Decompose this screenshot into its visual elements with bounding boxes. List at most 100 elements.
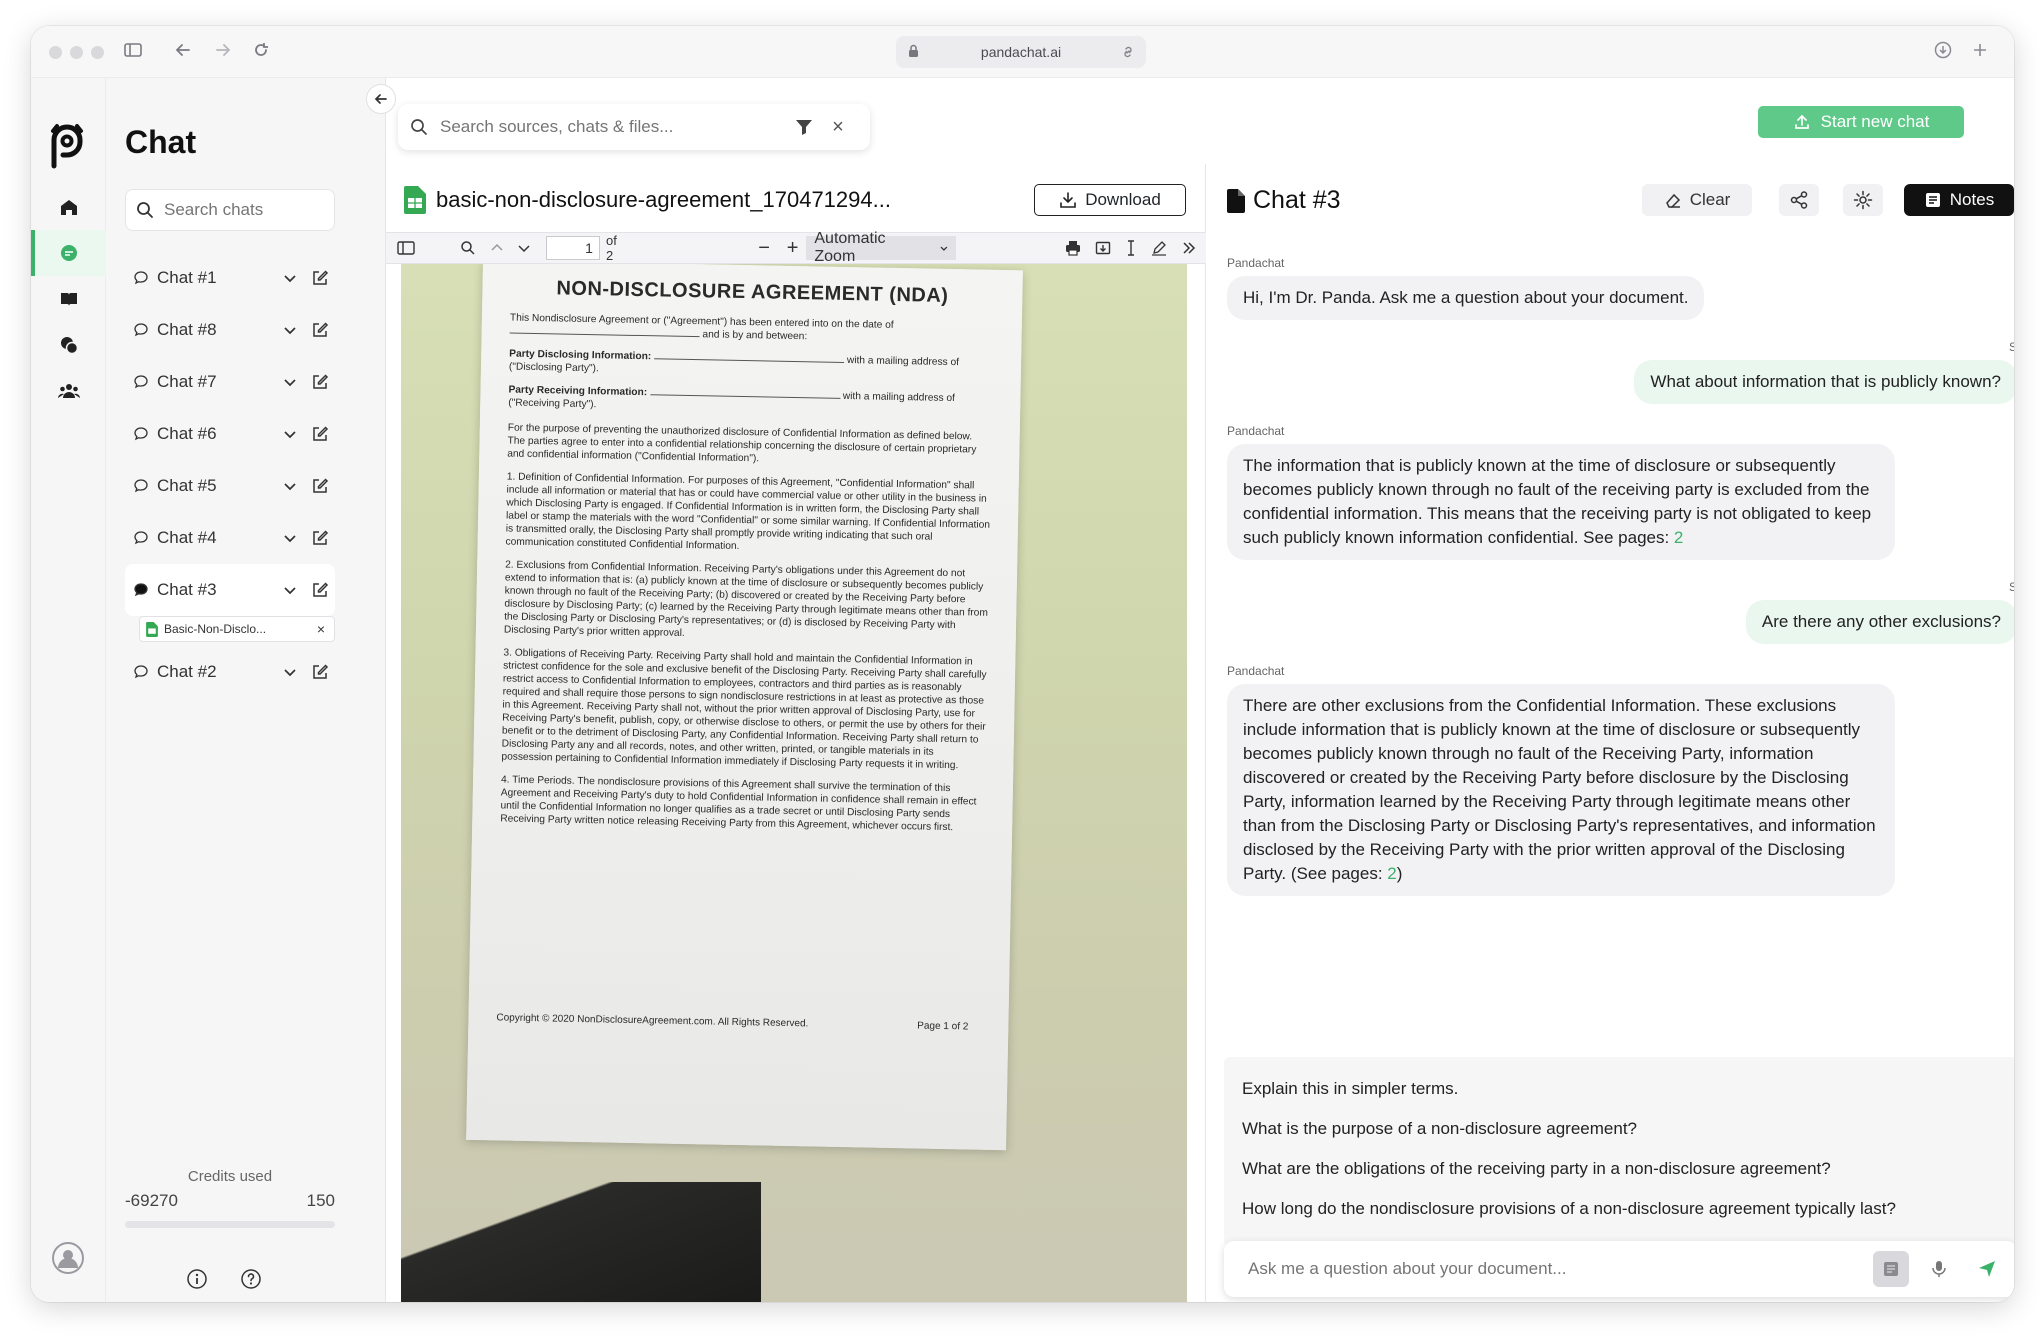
zoom-out-icon[interactable]: − bbox=[749, 232, 779, 264]
edit-icon[interactable] bbox=[311, 373, 329, 391]
edit-icon[interactable] bbox=[311, 581, 329, 599]
chat-panel: Chat #3 Clear Notes Pandachat Hi, I'm Dr… bbox=[1207, 164, 2014, 1302]
ask-question-input[interactable] bbox=[1248, 1259, 1873, 1279]
pdf-section-1: 1. Definition of Confidential Informatio… bbox=[505, 471, 991, 552]
pdf-intro: This Nondisclosure Agreement or ("Agreem… bbox=[509, 312, 894, 343]
microphone-button[interactable] bbox=[1921, 1251, 1957, 1287]
start-new-chat-button[interactable]: Start new chat bbox=[1758, 106, 1964, 138]
forward-icon[interactable] bbox=[211, 40, 235, 64]
chevron-down-icon[interactable] bbox=[281, 269, 299, 287]
sidebar-chat-item[interactable]: Chat #2 bbox=[125, 646, 335, 698]
edit-icon[interactable] bbox=[311, 477, 329, 495]
pdf-prev-page-icon[interactable] bbox=[483, 232, 511, 264]
chat-bubble-icon bbox=[134, 323, 148, 337]
send-button[interactable] bbox=[1969, 1251, 2005, 1287]
suggested-question[interactable]: Explain this in simpler terms. bbox=[1242, 1077, 1999, 1117]
chevron-down-icon[interactable] bbox=[281, 321, 299, 339]
help-icon[interactable] bbox=[240, 1268, 262, 1290]
reload-icon[interactable] bbox=[249, 40, 273, 64]
chat-bubble-icon bbox=[134, 583, 148, 597]
page-reference-link[interactable]: 2 bbox=[1387, 864, 1396, 883]
rail-library[interactable] bbox=[31, 276, 106, 322]
link-icon[interactable] bbox=[1120, 44, 1136, 60]
message-sender: Pandachat bbox=[1227, 424, 1285, 438]
search-chats-box[interactable] bbox=[125, 189, 335, 231]
user-avatar-icon[interactable] bbox=[52, 1242, 84, 1274]
zoom-in-icon[interactable]: + bbox=[779, 232, 807, 264]
edit-icon[interactable] bbox=[311, 321, 329, 339]
pdf-page-number-input[interactable]: 1 bbox=[545, 236, 600, 260]
chevron-down-icon[interactable] bbox=[281, 663, 299, 681]
edit-icon[interactable] bbox=[311, 663, 329, 681]
download-manager-icon[interactable] bbox=[1931, 40, 1955, 64]
sidebar-chat-item[interactable]: Chat #4 bbox=[125, 512, 335, 564]
download-button[interactable]: Download bbox=[1034, 184, 1186, 216]
rail-team[interactable] bbox=[31, 368, 106, 414]
sheet-file-icon bbox=[146, 621, 158, 637]
credits-label: Credits used bbox=[187, 1168, 273, 1185]
sidebar-chat-file[interactable]: Basic-Non-Disclo... × bbox=[139, 616, 335, 642]
info-icon[interactable] bbox=[186, 1268, 208, 1290]
rail-conversations[interactable] bbox=[31, 322, 106, 368]
settings-button[interactable] bbox=[1843, 184, 1883, 216]
pdf-photo-shadow bbox=[401, 1182, 761, 1302]
sidebar-chat-item[interactable]: Chat #3 bbox=[125, 564, 335, 616]
global-search-bar[interactable]: × bbox=[398, 104, 870, 150]
chevron-down-icon[interactable] bbox=[281, 425, 299, 443]
annotate-pen-icon[interactable] bbox=[1145, 232, 1173, 264]
rail-chat[interactable] bbox=[31, 230, 106, 276]
pdf-find-icon[interactable] bbox=[453, 232, 483, 264]
page-reference-link[interactable]: 2 bbox=[1674, 528, 1683, 547]
filter-icon[interactable] bbox=[794, 117, 814, 137]
suggested-question[interactable]: What is the purpose of a non-disclosure … bbox=[1242, 1117, 1999, 1157]
edit-icon[interactable] bbox=[311, 425, 329, 443]
pdf-section-2: 2. Exclusions from Confidential Informat… bbox=[503, 559, 988, 639]
collapse-sidebar-button[interactable] bbox=[366, 84, 396, 114]
print-icon[interactable] bbox=[1058, 232, 1088, 264]
clear-chat-button[interactable]: Clear bbox=[1642, 184, 1752, 216]
pdf-sidebar-toggle-icon[interactable] bbox=[386, 232, 425, 264]
address-bar[interactable]: pandachat.ai bbox=[896, 36, 1146, 68]
sidebar-chat-label: Chat #7 bbox=[157, 372, 217, 391]
edit-icon[interactable] bbox=[311, 529, 329, 547]
sidebar-chat-item[interactable]: Chat #8 bbox=[125, 304, 335, 356]
minimize-window-button[interactable] bbox=[70, 46, 83, 59]
sidebar-chat-item[interactable]: Chat #6 bbox=[125, 408, 335, 460]
back-icon[interactable] bbox=[171, 40, 195, 64]
save-pdf-icon[interactable] bbox=[1088, 232, 1118, 264]
suggested-question[interactable]: How long do the nondisclosure provisions… bbox=[1242, 1197, 1999, 1237]
pdf-next-page-icon[interactable] bbox=[510, 232, 538, 264]
clear-search-icon[interactable]: × bbox=[828, 116, 848, 139]
sidebar-chat-item[interactable]: Chat #1 bbox=[125, 252, 335, 304]
chat-bubble-icon bbox=[134, 479, 148, 493]
chevron-down-icon[interactable] bbox=[281, 529, 299, 547]
chat-bubble-icon bbox=[134, 665, 148, 679]
sidebar-chat-item[interactable]: Chat #5 bbox=[125, 460, 335, 512]
maximize-window-button[interactable] bbox=[91, 46, 104, 59]
pandachat-logo-icon[interactable] bbox=[45, 122, 93, 170]
notes-button[interactable]: Notes bbox=[1904, 184, 2014, 216]
sidebar-chat-label: Chat #5 bbox=[157, 476, 217, 495]
chevron-down-icon[interactable] bbox=[281, 581, 299, 599]
global-search-input[interactable] bbox=[440, 117, 790, 137]
pdf-viewer[interactable]: NON-DISCLOSURE AGREEMENT (NDA) This Nond… bbox=[401, 264, 1187, 1302]
sidebar-toggle-icon[interactable] bbox=[121, 40, 145, 64]
text-select-icon[interactable] bbox=[1117, 232, 1145, 264]
notes-toggle-button[interactable] bbox=[1873, 1251, 1909, 1287]
zoom-select[interactable]: Automatic Zoom bbox=[806, 230, 957, 265]
pdf-more-tools-icon[interactable] bbox=[1173, 232, 1206, 264]
rail-home[interactable] bbox=[31, 184, 106, 230]
chevron-down-icon[interactable] bbox=[281, 373, 299, 391]
message-sender: Pandachat bbox=[1227, 664, 1285, 678]
new-tab-icon[interactable] bbox=[1968, 40, 1992, 64]
bot-message: The information that is publicly known a… bbox=[1227, 444, 1895, 560]
chevron-down-icon[interactable] bbox=[281, 477, 299, 495]
search-chats-input[interactable] bbox=[164, 200, 314, 220]
suggested-question[interactable]: What are the obligations of the receivin… bbox=[1242, 1157, 1999, 1197]
remove-file-icon[interactable]: × bbox=[312, 621, 330, 637]
edit-icon[interactable] bbox=[311, 269, 329, 287]
share-button[interactable] bbox=[1779, 184, 1819, 216]
chat-bubble-icon bbox=[134, 375, 148, 389]
sidebar-chat-item[interactable]: Chat #7 bbox=[125, 356, 335, 408]
close-window-button[interactable] bbox=[49, 46, 62, 59]
